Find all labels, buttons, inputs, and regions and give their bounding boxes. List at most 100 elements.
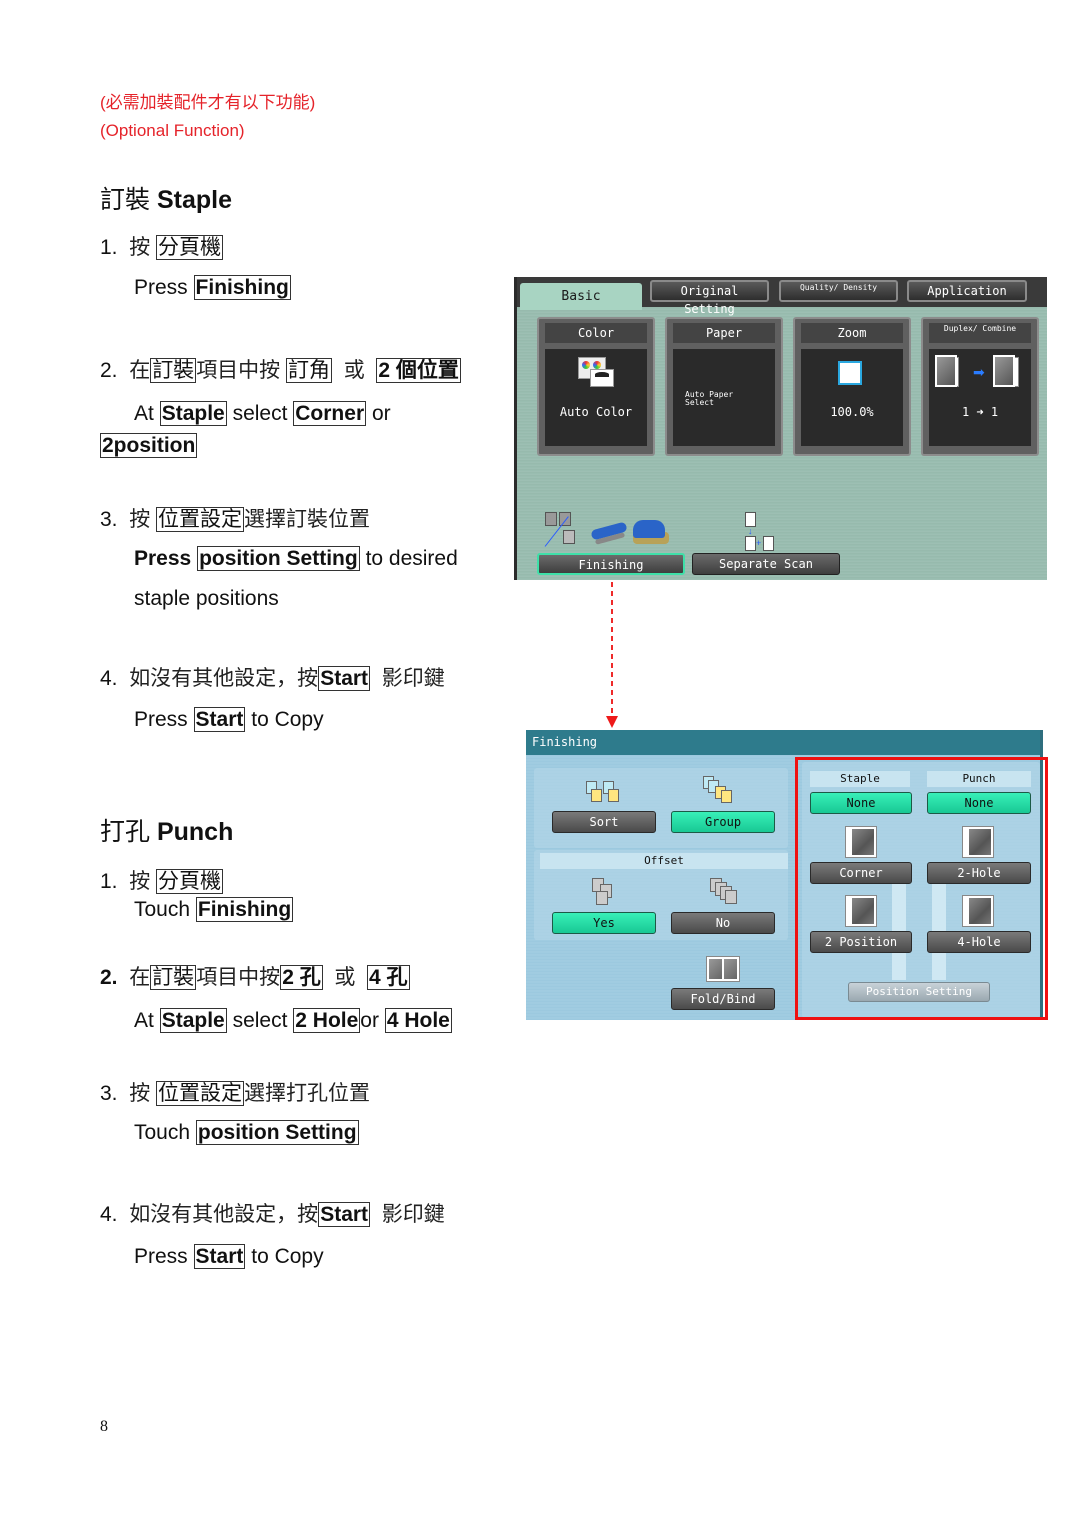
- flow-arrow-head: [606, 716, 618, 728]
- card-title: Zoom: [801, 323, 903, 343]
- staple-step4-cjk: 4. 如沒有其他設定，按Start 影印鍵: [100, 662, 445, 692]
- staple-step3-en-cont: staple positions: [134, 587, 279, 610]
- step-number: 1.: [100, 236, 118, 259]
- step-text: to desired: [365, 547, 458, 570]
- step-text: or: [360, 1009, 379, 1032]
- keyword-box: position Setting: [197, 546, 360, 571]
- group-button[interactable]: Group: [671, 811, 775, 833]
- keyword-box: 2 Hole: [293, 1008, 361, 1033]
- fold-bind-button[interactable]: Fold/Bind: [671, 988, 775, 1010]
- card-value: 100.0%: [830, 405, 874, 419]
- step-number: 3.: [100, 1082, 118, 1105]
- offset-yes-icon: [592, 878, 622, 906]
- zoom-card[interactable]: Zoom 100.0%: [793, 317, 911, 456]
- punch-step4-cjk: 4. 如沒有其他設定，按Start 影印鍵: [100, 1198, 445, 1228]
- step-text: Press: [134, 1245, 188, 1268]
- staple-step3-en: Press position Setting to desired: [134, 546, 458, 571]
- basic-screen: Basic Original Setting Quality/ Density …: [514, 277, 1047, 580]
- keyword-box: Start: [193, 707, 246, 732]
- separate-scan-button[interactable]: Separate Scan: [692, 553, 840, 575]
- keyword-box: Finishing: [195, 897, 294, 922]
- punch-heading-en: Punch: [156, 818, 234, 846]
- card-title: Duplex/ Combine: [929, 323, 1031, 343]
- step-text: Touch: [134, 1121, 191, 1144]
- keyword-box: Start: [318, 1202, 371, 1227]
- step-text: 選擇打孔位置: [244, 1082, 371, 1105]
- sort-button[interactable]: Sort: [552, 811, 656, 833]
- color-card[interactable]: Color Auto Color: [537, 317, 655, 456]
- step-text: Press: [134, 276, 188, 299]
- step-text: 在: [129, 359, 151, 382]
- punch-heading: 打孔 Punch: [100, 812, 233, 848]
- sort-icon: [586, 781, 624, 803]
- card-body: ➡: [929, 349, 1031, 446]
- keyword-box: 2position: [100, 433, 198, 458]
- staple-heading-cjk: 訂裝: [100, 186, 151, 214]
- card-title: Color: [545, 323, 647, 343]
- step-number: 4.: [100, 1203, 118, 1226]
- step-text: 或: [343, 359, 365, 382]
- keyword-box: 分頁機: [156, 235, 224, 260]
- step-text: 在: [129, 966, 151, 989]
- card-body: [545, 349, 647, 446]
- step-number: 2.: [100, 359, 118, 382]
- keyword-box: 2 孔: [280, 965, 323, 990]
- staple-step1-cjk: 1. 按 分頁機: [100, 231, 224, 261]
- highlight-frame: [795, 757, 1048, 1020]
- staple-step2-cjk: 2. 在訂裝項目中按 訂角 或 2 個位置: [100, 354, 461, 384]
- tab-application[interactable]: Application: [907, 280, 1027, 302]
- staple-step3-cjk: 3. 按 位置設定選擇訂裝位置: [100, 503, 370, 533]
- keyword-box: Start: [318, 666, 371, 691]
- step-text: 或: [334, 966, 356, 989]
- card-value: Auto Color: [559, 405, 633, 419]
- step-text: Press: [134, 547, 192, 570]
- punch-step3-cjk: 3. 按 位置設定選擇打孔位置: [100, 1077, 370, 1107]
- step-text: to Copy: [251, 1245, 324, 1268]
- step-number: 2.: [100, 966, 118, 989]
- punch-step2-cjk: 2. 在訂裝項目中按2 孔 或 4 孔: [100, 961, 410, 991]
- step-text: to Copy: [251, 708, 324, 731]
- keyword-box: 分頁機: [156, 869, 224, 894]
- zoom-page-icon: [838, 361, 862, 385]
- keyword-box: 位置設定: [156, 507, 245, 532]
- duplex-icon: ➡: [933, 355, 1029, 393]
- step-text: Press: [134, 708, 188, 731]
- step-text: 影印鍵: [381, 667, 445, 690]
- stapler-icon: [590, 521, 631, 545]
- punch-step4-en: Press Start to Copy: [134, 1244, 324, 1269]
- punch-step2-en: At Staple select 2 Holeor 4 Hole: [134, 1008, 452, 1033]
- offset-no-button[interactable]: No: [671, 912, 775, 934]
- paper-card[interactable]: Paper Auto Paper Select: [665, 317, 783, 456]
- duplex-card[interactable]: Duplex/ Combine ➡ 1 ➜ 1: [921, 317, 1039, 456]
- card-value: 1 ➜ 1: [961, 405, 999, 419]
- card-title: Paper: [673, 323, 775, 343]
- tab-original-setting[interactable]: Original Setting: [650, 280, 769, 316]
- step-text: 按: [129, 1082, 151, 1105]
- step-text: 如沒有其他設定，按: [129, 1203, 319, 1226]
- step-number: 1.: [100, 870, 118, 893]
- hole-punch-icon: [631, 518, 671, 548]
- offset-label: Offset: [540, 853, 788, 869]
- punch-step1-cjk: 1. 按 分頁機: [100, 865, 224, 895]
- step-text: Touch: [134, 898, 191, 921]
- staple-step1-en: Press Finishing: [134, 275, 291, 300]
- step-text: 按: [129, 870, 151, 893]
- keyword-box: 4 Hole: [384, 1008, 452, 1033]
- optional-note-english: (Optional Function): [100, 121, 245, 140]
- separate-scan-icon: ↓ +: [745, 512, 789, 552]
- sort-stack-icon: [544, 512, 581, 548]
- staple-step2-en: At Staple select Corner or: [134, 401, 391, 426]
- finishing-button[interactable]: Finishing: [537, 553, 685, 575]
- step-text: 項目中按: [196, 966, 281, 989]
- step-text: or: [371, 402, 391, 425]
- step-text: select: [232, 402, 288, 425]
- step-text: 影印鍵: [381, 1203, 445, 1226]
- step-text: At: [134, 1009, 154, 1032]
- offset-yes-button[interactable]: Yes: [552, 912, 656, 934]
- tab-basic[interactable]: Basic: [520, 283, 642, 310]
- group-icon: [703, 776, 743, 806]
- tab-quality-density[interactable]: Quality/ Density: [779, 280, 898, 302]
- keyword-box: 2 個位置: [376, 358, 461, 383]
- keyword-box: 訂裝: [150, 358, 197, 383]
- optional-note-chinese: (必需加裝配件才有以下功能): [100, 93, 316, 112]
